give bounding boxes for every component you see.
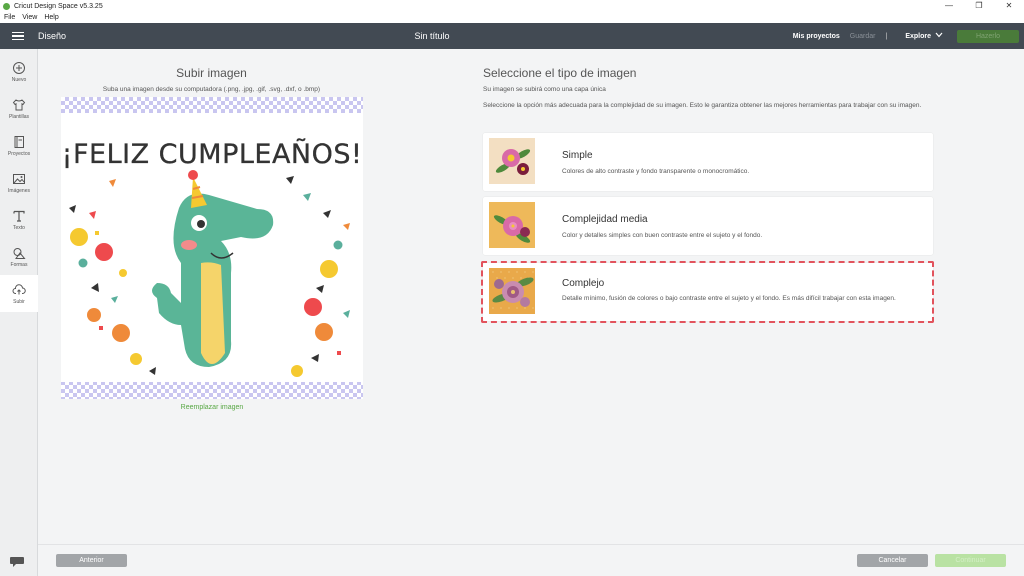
sidebar-item-text[interactable]: Texto	[0, 201, 38, 238]
sidebar-label: Formas	[10, 261, 28, 268]
plus-circle-icon	[13, 61, 25, 74]
sidebar-label: Plantillas	[8, 113, 29, 120]
sidebar-label: Nuevo	[11, 76, 27, 83]
menu-view[interactable]: View	[22, 14, 37, 21]
sidebar-label: Proyectos	[7, 150, 31, 157]
upload-cloud-icon	[12, 283, 26, 294]
sidebar-label: Subir	[13, 298, 25, 305]
chevron-down-icon[interactable]	[935, 32, 943, 40]
document-title: Sin título	[414, 31, 450, 41]
continue-button[interactable]: Continuar	[935, 554, 1006, 567]
option-description: Color y detalles simples con buen contra…	[562, 232, 763, 239]
book-icon	[14, 135, 24, 148]
previous-button[interactable]: Anterior	[56, 554, 127, 567]
menu-file[interactable]: File	[4, 14, 15, 21]
sidebar-label: Imágenes	[8, 187, 30, 194]
explore-dropdown[interactable]: Explore	[905, 33, 931, 40]
my-projects-link[interactable]: Mis proyectos	[793, 33, 840, 40]
image-type-title: Seleccione el tipo de imagen	[483, 66, 637, 80]
save-link[interactable]: Guardar	[850, 33, 876, 40]
sidebar-item-shapes[interactable]: Formas	[0, 238, 38, 275]
image-preview: ¡FELIZ CUMPLEAÑOS!	[61, 97, 363, 399]
shapes-icon	[13, 247, 26, 259]
cricut-logo-icon	[3, 2, 10, 10]
make-it-button[interactable]: Hazerlo	[957, 29, 1019, 43]
simple-flower-thumbnail	[489, 138, 535, 184]
sidebar-item-projects[interactable]: Proyectos	[0, 127, 38, 164]
complex-flower-thumbnail	[489, 268, 535, 314]
window-titlebar: Cricut Design Space v5.3.25 — ❐ ✕	[0, 0, 1024, 12]
sidebar-item-templates[interactable]: Plantillas	[0, 90, 38, 127]
header-actions: Mis proyectos Guardar | Explore Hazerlo	[793, 23, 1024, 49]
sidebar-item-new[interactable]: Nuevo	[0, 53, 38, 90]
option-name: Complejidad media	[562, 214, 648, 225]
cancel-button[interactable]: Cancelar	[857, 554, 928, 567]
maximize-button[interactable]: ❐	[964, 0, 994, 12]
minimize-button[interactable]: —	[934, 0, 964, 12]
replace-image-link[interactable]: Reemplazar imagen	[61, 404, 363, 411]
shirt-icon	[12, 98, 26, 110]
option-name: Complejo	[562, 278, 605, 289]
chat-icon[interactable]	[9, 556, 25, 568]
medium-flower-thumbnail	[489, 202, 535, 248]
upload-description: Suba una imagen desde su computadora (.p…	[102, 86, 321, 93]
image-icon	[13, 173, 25, 184]
birthday-crocodile-image: ¡FELIZ CUMPLEAÑOS!	[62, 138, 363, 377]
option-description: Colores de alto contraste y fondo transp…	[562, 168, 750, 175]
window-controls: — ❐ ✕	[934, 0, 1024, 12]
menu-help[interactable]: Help	[44, 14, 58, 21]
menu-bar: File View Help	[0, 12, 1024, 23]
app-header: Diseño Sin título Mis proyectos Guardar …	[0, 23, 1024, 49]
option-card-complex[interactable]: Complejo Detalle mínimo, fusión de color…	[483, 263, 933, 321]
option-card-medium[interactable]: Complejidad media Color y detalles simpl…	[483, 197, 933, 255]
bottom-action-bar: Anterior Cancelar Continuar	[38, 544, 1024, 576]
option-card-simple[interactable]: Simple Colores de alto contraste y fondo…	[483, 133, 933, 191]
image-preview-canvas: ¡FELIZ CUMPLEAÑOS!	[61, 113, 363, 382]
sidebar-item-images[interactable]: Imágenes	[0, 164, 38, 201]
sidebar-label: Texto	[13, 224, 25, 231]
window-title: Cricut Design Space v5.3.25	[14, 2, 103, 10]
image-type-description: Seleccione la opción más adecuada para l…	[483, 102, 922, 109]
sidebar-item-upload[interactable]: Subir	[0, 275, 38, 312]
upload-title: Subir imagen	[176, 66, 247, 80]
option-name: Simple	[562, 150, 593, 161]
image-type-subtitle: Su imagen se subirá como una capa única	[483, 86, 606, 93]
header-separator: |	[885, 32, 888, 40]
left-sidebar: Nuevo Plantillas Proyectos Imágenes Text…	[0, 49, 38, 576]
image-title-text: ¡FELIZ CUMPLEAÑOS!	[62, 138, 363, 170]
close-button[interactable]: ✕	[994, 0, 1024, 12]
text-t-icon	[13, 210, 25, 222]
option-description: Detalle mínimo, fusión de colores o bajo…	[562, 295, 896, 302]
